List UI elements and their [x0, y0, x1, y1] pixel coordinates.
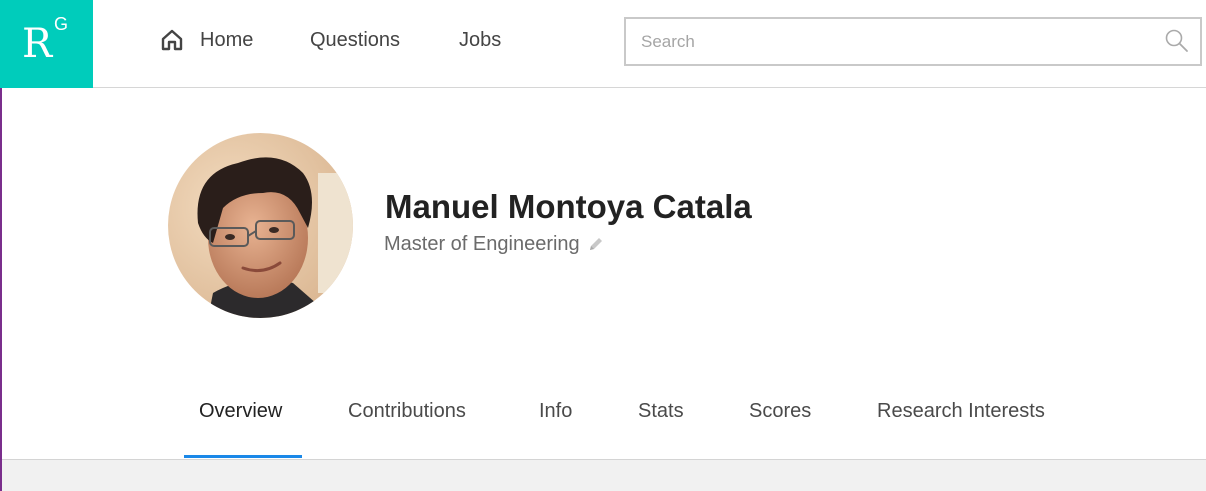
- window-left-edge: [0, 87, 2, 491]
- tab-info[interactable]: Info: [539, 398, 572, 424]
- profile-avatar[interactable]: [168, 133, 353, 318]
- search-icon[interactable]: [1164, 28, 1190, 54]
- researchgate-logo[interactable]: R G: [0, 0, 93, 88]
- search-box: [624, 17, 1202, 66]
- tab-stats[interactable]: Stats: [638, 398, 684, 424]
- profile-degree-text: Master of Engineering: [384, 233, 580, 255]
- top-navigation-bar: R G Home Questions Jobs: [0, 0, 1206, 88]
- pencil-icon[interactable]: [588, 236, 604, 252]
- content-background: [2, 460, 1206, 491]
- home-icon: [161, 29, 183, 51]
- nav-questions-link[interactable]: Questions: [310, 26, 400, 54]
- tab-overview[interactable]: Overview: [199, 398, 282, 424]
- profile-photo: [168, 133, 353, 318]
- profile-name: Manuel Montoya Catala: [385, 188, 752, 225]
- nav-home-link[interactable]: Home: [160, 26, 253, 54]
- search-input[interactable]: [626, 19, 1156, 64]
- logo-letter-r: R: [22, 21, 53, 67]
- profile-degree: Master of Engineering: [384, 232, 604, 256]
- tab-scores[interactable]: Scores: [749, 398, 811, 424]
- logo-letter-g: G: [54, 14, 69, 34]
- nav-home-label: Home: [200, 28, 254, 51]
- tab-research-interests[interactable]: Research Interests: [877, 398, 1045, 424]
- active-tab-indicator: [184, 455, 302, 458]
- nav-jobs-link[interactable]: Jobs: [459, 26, 501, 54]
- tab-contributions[interactable]: Contributions: [348, 398, 466, 424]
